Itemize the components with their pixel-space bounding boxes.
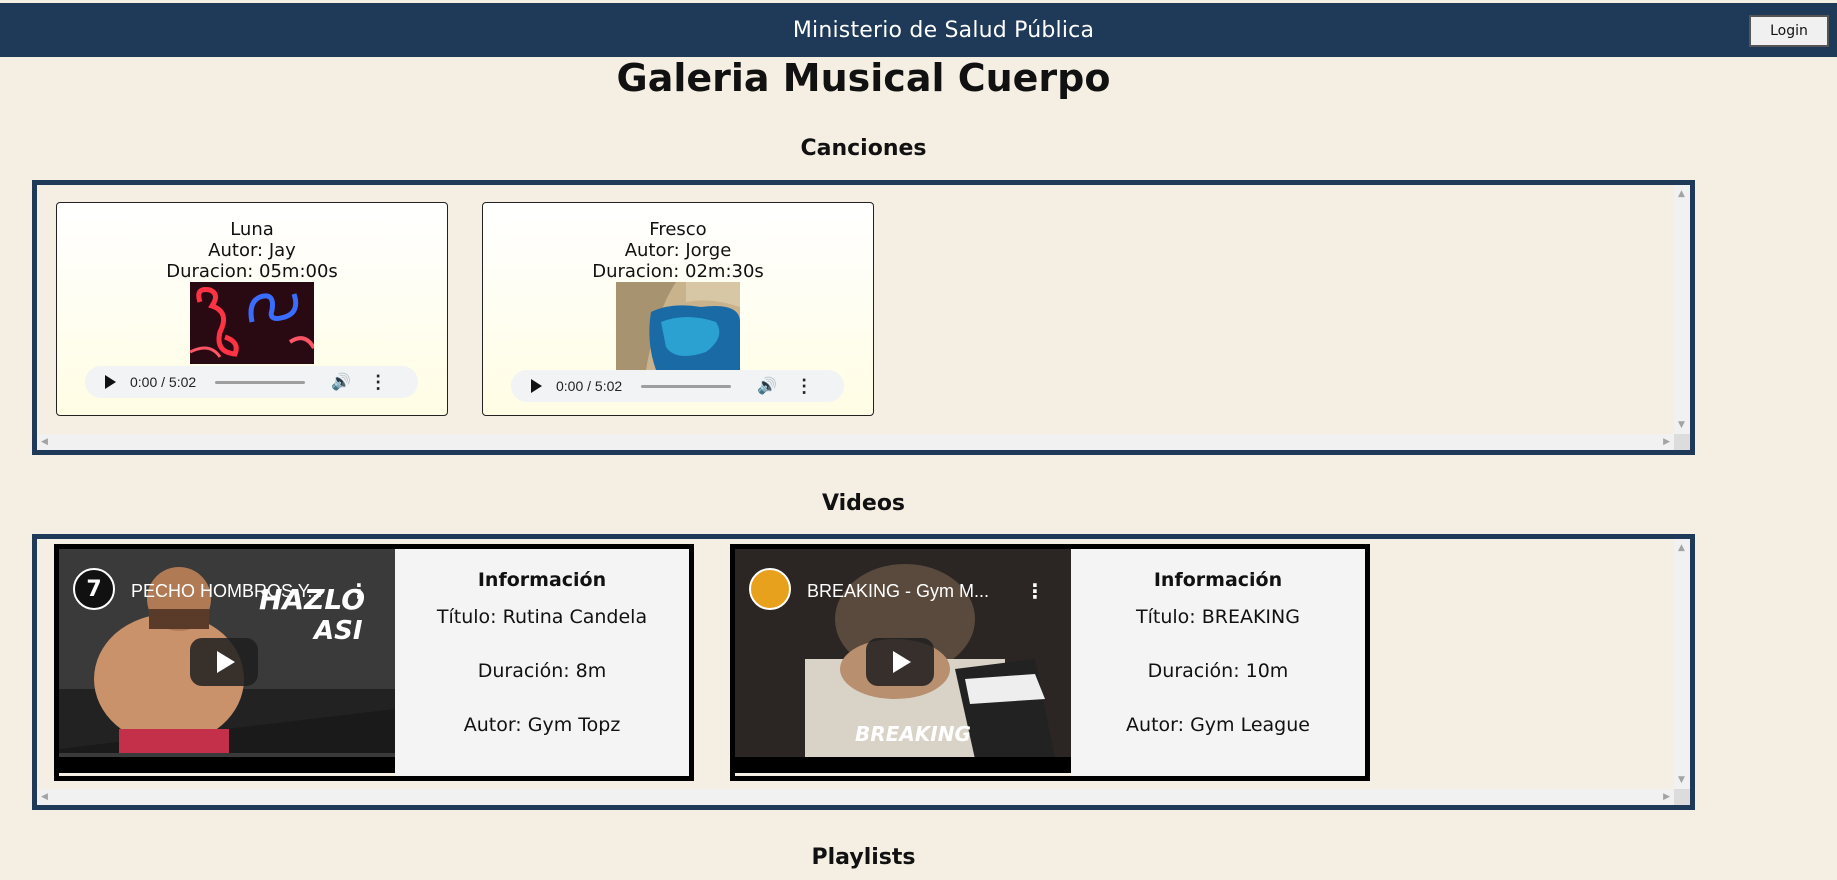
song-card: Fresco Autor: Jorge Duracion: 02m:30s 0:… (482, 202, 874, 416)
video-title-line: Título: Rutina Candela (436, 606, 648, 628)
video-info: Información Título: Rutina Candela Durac… (395, 549, 689, 776)
video-author-line: Autor: Gym Topz (463, 714, 621, 736)
video-thumbnail[interactable]: BREAKING BREAKING - Gym M... ⋮ (735, 549, 1071, 773)
page-title: Galeria Musical Cuerpo (616, 56, 1111, 100)
play-icon[interactable] (531, 379, 542, 393)
scrollbar-corner (1674, 434, 1690, 450)
video-duration-line: Duración: 8m (477, 660, 607, 682)
section-title-videos: Videos (821, 491, 906, 516)
video-thumbnail[interactable]: HAZLO ASI 7 PECHO HOMBROS Y... ⋮ (59, 549, 395, 773)
song-cover-image (190, 282, 314, 364)
song-card: Luna Autor: Jay Duracion: 05m:00s 0:00 /… (56, 202, 448, 416)
play-icon[interactable] (105, 375, 116, 389)
song-author: Autor: Jorge (624, 240, 732, 261)
song-title: Fresco (649, 219, 707, 240)
video-embed-title[interactable]: BREAKING - Gym M... (807, 581, 989, 602)
video-card: HAZLO ASI 7 PECHO HOMBROS Y... ⋮ Informa… (54, 544, 694, 781)
site-title: Ministerio de Salud Pública (792, 17, 1095, 43)
more-vertical-icon[interactable]: ⋮ (1025, 579, 1045, 603)
song-duration: Duracion: 05m:00s (166, 261, 338, 282)
video-embed[interactable]: BREAKING BREAKING - Gym M... ⋮ (735, 549, 1071, 776)
info-heading: Información (1153, 569, 1283, 591)
video-embed-title[interactable]: PECHO HOMBROS Y... (131, 581, 322, 602)
play-icon (893, 651, 911, 673)
song-title: Luna (230, 219, 274, 240)
audio-player[interactable]: 0:00 / 5:02 🔊 ⋮ (511, 370, 844, 402)
video-play-button[interactable] (190, 638, 258, 686)
svg-text:ASI: ASI (312, 616, 363, 646)
song-duration: Duracion: 02m:30s (592, 261, 764, 282)
vertical-scrollbar[interactable]: ▲ ▼ (1674, 185, 1690, 434)
info-heading: Información (477, 569, 607, 591)
more-vertical-icon[interactable]: ⋮ (795, 376, 813, 397)
audio-progress-slider[interactable] (641, 384, 732, 388)
audio-player[interactable]: 0:00 / 5:02 🔊 ⋮ (85, 366, 418, 398)
section-title-songs: Canciones (800, 136, 927, 161)
audio-progress-slider[interactable] (215, 380, 306, 384)
video-author-line: Autor: Gym League (1126, 714, 1310, 736)
song-author: Autor: Jay (208, 240, 296, 261)
video-info: Información Título: BREAKING Duración: 1… (1071, 549, 1365, 776)
video-overlay-text: BREAKING (855, 722, 971, 746)
video-duration-line: Duración: 10m (1147, 660, 1289, 682)
volume-icon[interactable]: 🔊 (331, 372, 351, 393)
song-cover-image (616, 282, 740, 370)
scrollbar-corner (1674, 789, 1690, 805)
channel-logo[interactable] (749, 568, 791, 610)
videos-panel[interactable]: HAZLO ASI 7 PECHO HOMBROS Y... ⋮ Informa… (32, 534, 1695, 810)
video-title-line: Título: BREAKING (1136, 606, 1300, 628)
section-title-playlists: Playlists (811, 845, 916, 870)
more-vertical-icon[interactable]: ⋮ (369, 372, 387, 393)
horizontal-scrollbar[interactable]: ◀ ▶ (37, 434, 1674, 450)
horizontal-scrollbar[interactable]: ◀ ▶ (37, 789, 1674, 805)
channel-logo[interactable]: 7 (73, 568, 115, 610)
play-icon (217, 651, 235, 673)
more-vertical-icon[interactable]: ⋮ (349, 579, 369, 603)
audio-time: 0:00 / 5:02 (130, 373, 197, 390)
audio-time: 0:00 / 5:02 (556, 377, 623, 394)
vertical-scrollbar[interactable]: ▲ ▼ (1674, 539, 1690, 789)
video-card: BREAKING BREAKING - Gym M... ⋮ Informaci… (730, 544, 1370, 781)
video-embed[interactable]: HAZLO ASI 7 PECHO HOMBROS Y... ⋮ (59, 549, 395, 776)
volume-icon[interactable]: 🔊 (757, 376, 777, 397)
songs-panel[interactable]: Luna Autor: Jay Duracion: 05m:00s 0:00 /… (32, 180, 1695, 455)
video-play-button[interactable] (866, 638, 934, 686)
login-button[interactable]: Login (1749, 15, 1829, 47)
top-navbar: Ministerio de Salud Pública Login (0, 3, 1837, 57)
